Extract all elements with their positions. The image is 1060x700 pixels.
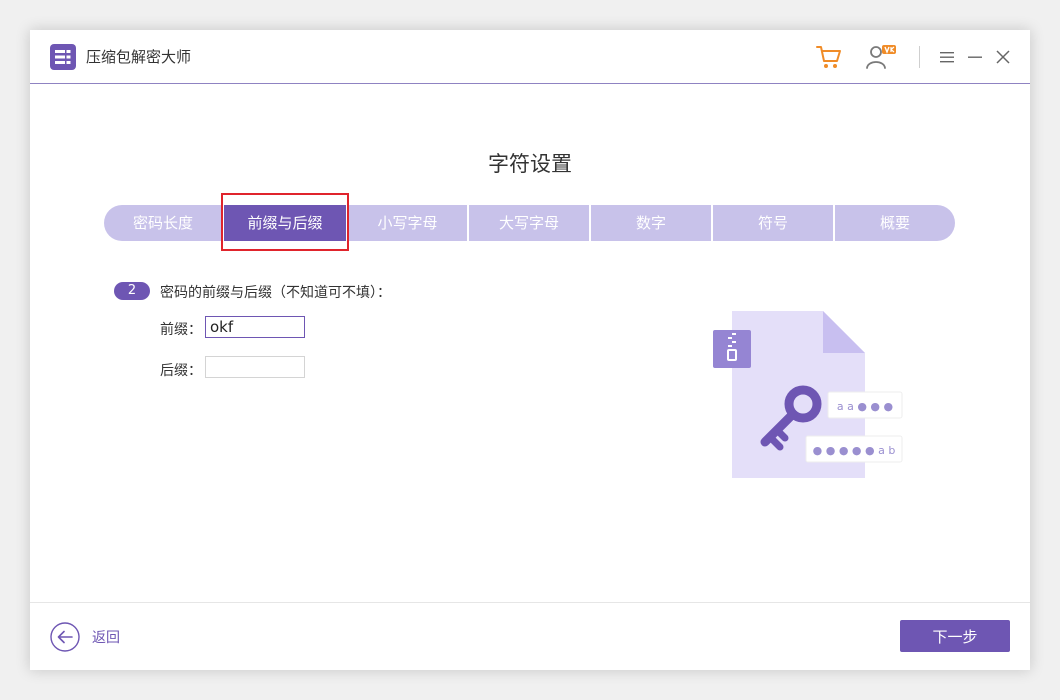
step-number-badge: 2 [114, 282, 150, 300]
password-card-2: ● ● ● ● ● a b [813, 444, 896, 457]
footer-divider [30, 602, 1030, 603]
active-tab-highlight [221, 193, 349, 251]
menu-icon[interactable] [939, 48, 955, 66]
prefix-label: 前缀： [160, 322, 202, 338]
tab-uppercase[interactable]: 大写字母 [469, 205, 591, 241]
arrow-left-circle-icon [50, 622, 80, 652]
cart-icon[interactable] [815, 43, 843, 71]
section-title: 字符设置 [488, 152, 572, 176]
step-instruction: 密码的前缀与后缀（不知道可不填）： [160, 285, 391, 301]
suffix-label: 后缀： [160, 363, 202, 379]
close-icon[interactable] [994, 48, 1012, 66]
app-window: 压缩包解密大师 字符设置 密码长度 前缀与后缀 小写字母 大写字母 数字 符号 … [30, 30, 1030, 670]
tab-summary[interactable]: 概要 [835, 205, 955, 241]
title-bar: 压缩包解密大师 [30, 30, 1030, 84]
prefix-input[interactable] [205, 316, 305, 338]
archive-list-icon [50, 44, 76, 70]
tab-digits[interactable]: 数字 [591, 205, 713, 241]
user-vip-icon[interactable] [864, 43, 900, 71]
titlebar-divider [919, 46, 920, 68]
tab-password-length[interactable]: 密码长度 [104, 205, 224, 241]
tab-lowercase[interactable]: 小写字母 [348, 205, 469, 241]
back-button[interactable]: 返回 [50, 621, 140, 653]
tab-symbols[interactable]: 符号 [713, 205, 835, 241]
back-label: 返回 [92, 630, 120, 646]
next-step-button[interactable]: 下一步 [900, 620, 1010, 652]
zip-key-illustration: a a ● ● ● ● ● ● ● ● a b [713, 311, 903, 478]
password-card-1: a a ● ● ● [837, 400, 893, 413]
app-title: 压缩包解密大师 [86, 48, 192, 66]
minimize-icon[interactable] [967, 48, 983, 66]
suffix-input[interactable] [205, 356, 305, 378]
